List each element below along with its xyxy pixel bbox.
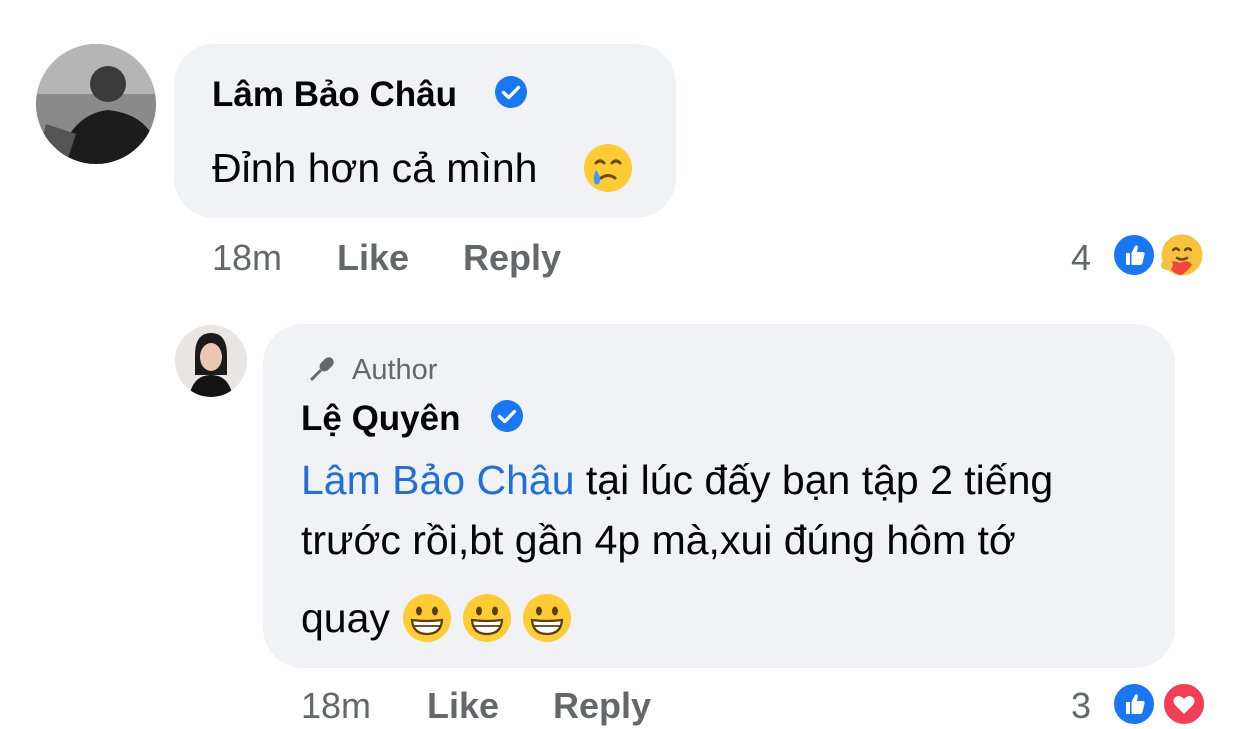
smiling-face-with-tear-icon bbox=[584, 144, 632, 192]
like-reaction-icon[interactable] bbox=[1110, 680, 1158, 728]
reply-author-name[interactable]: Lệ Quyên bbox=[301, 401, 460, 436]
reply-text-segment: tại lúc đấy bạn tập 2 tiếng bbox=[574, 457, 1054, 503]
verified-badge-icon bbox=[491, 400, 523, 432]
love-reaction-icon[interactable] bbox=[1160, 680, 1208, 728]
care-reaction-icon[interactable] bbox=[1158, 231, 1206, 279]
comment-bubble: Lâm Bảo Châu Đỉnh hơn cả mình bbox=[174, 44, 676, 218]
comment-text: Đỉnh hơn cả mình bbox=[212, 145, 538, 191]
comment-author-name[interactable]: Lâm Bảo Châu bbox=[212, 77, 457, 112]
reply-text-line-3: quay bbox=[301, 595, 390, 641]
comment-timestamp[interactable]: 18m bbox=[212, 240, 282, 276]
avatar-lam-bao-chau[interactable] bbox=[36, 44, 156, 164]
reply-text-line-1: Lâm Bảo Châu tại lúc đấy bạn tập 2 tiếng bbox=[301, 460, 1053, 501]
grinning-face-icon bbox=[403, 594, 451, 642]
mention-link[interactable]: Lâm Bảo Châu bbox=[301, 457, 575, 503]
reply-bubble: Author Lệ Quyên Lâm Bảo Châu tại lúc đấy… bbox=[263, 324, 1175, 668]
avatar-le-quyen[interactable] bbox=[175, 325, 247, 397]
reply-button[interactable]: Reply bbox=[463, 240, 561, 276]
grinning-face-icon bbox=[463, 594, 511, 642]
like-button[interactable]: Like bbox=[427, 688, 499, 724]
reply-text-line-2: trước rồi,bt gần 4p mà,xui đúng hôm tớ bbox=[301, 517, 1016, 563]
reaction-count[interactable]: 3 bbox=[1071, 688, 1091, 724]
verified-badge-icon bbox=[495, 76, 527, 108]
like-button[interactable]: Like bbox=[337, 240, 409, 276]
reaction-count[interactable]: 4 bbox=[1071, 240, 1091, 276]
like-reaction-icon[interactable] bbox=[1110, 231, 1158, 279]
avatar-photo bbox=[175, 325, 247, 397]
reply-button[interactable]: Reply bbox=[553, 688, 651, 724]
avatar-photo bbox=[36, 44, 156, 164]
author-badge: Author bbox=[352, 354, 438, 386]
grinning-face-icon bbox=[523, 594, 571, 642]
microphone-icon bbox=[310, 357, 334, 381]
reply-timestamp[interactable]: 18m bbox=[301, 688, 371, 724]
